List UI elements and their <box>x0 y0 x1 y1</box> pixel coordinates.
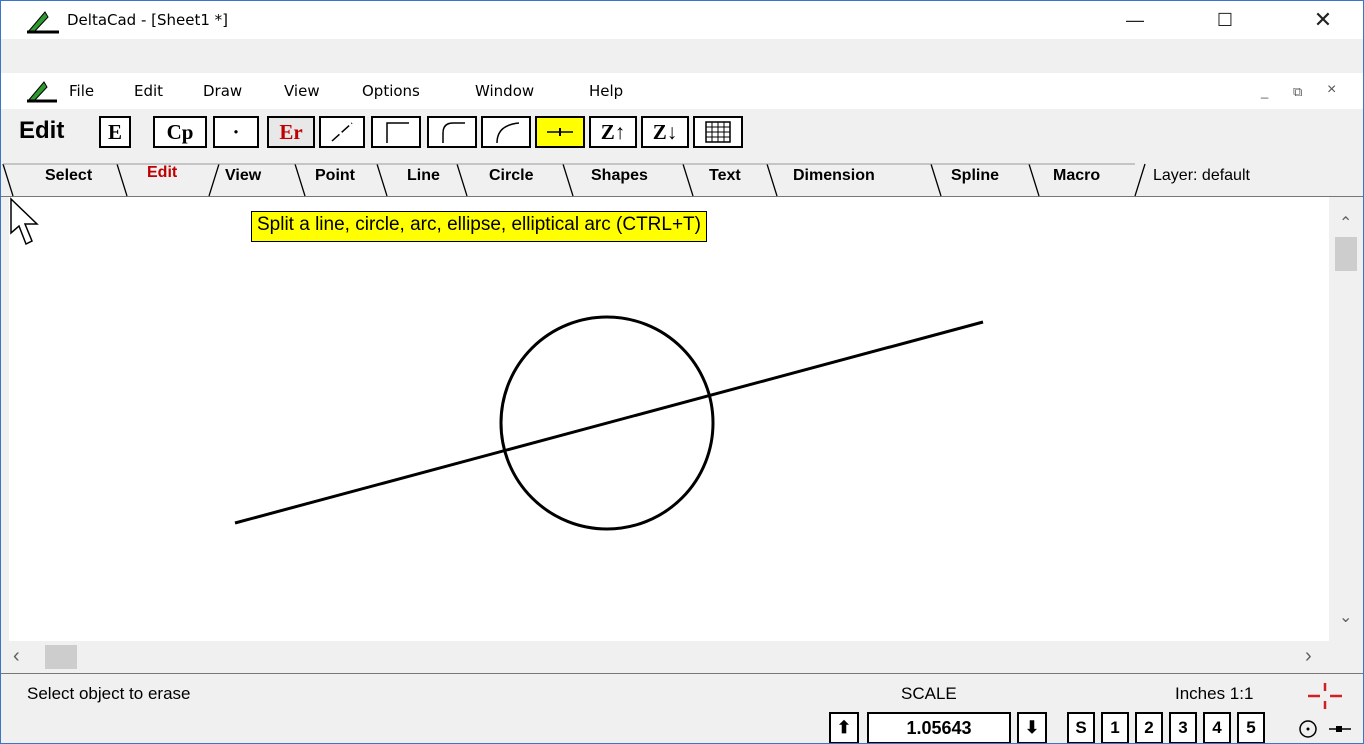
erase-button[interactable]: Er <box>267 116 315 148</box>
view-button-3[interactable]: 3 <box>1169 712 1197 743</box>
edit-icon: E <box>107 119 122 144</box>
document-minimize-button[interactable]: _ <box>1261 84 1268 99</box>
trim-line-button[interactable] <box>319 116 365 148</box>
point-icon: · <box>232 119 240 144</box>
tab-dimension[interactable]: Dimension <box>793 167 875 185</box>
scroll-down-arrow-icon[interactable]: ⌄ <box>1339 607 1352 627</box>
view-button-1[interactable]: 1 <box>1101 712 1129 743</box>
drawing-area <box>234 315 984 531</box>
tab-select[interactable]: Select <box>45 167 92 185</box>
split-icon <box>547 128 573 136</box>
vertical-scroll-thumb[interactable] <box>1335 237 1357 271</box>
vertical-scrollbar[interactable]: ⌃ ⌄ <box>1329 197 1363 641</box>
array-icon <box>705 121 731 143</box>
title-bar: DeltaCad - [Sheet1 *] — ☐ ✕ <box>1 1 1363 39</box>
menu-edit[interactable]: Edit <box>134 82 163 100</box>
menu-draw[interactable]: Draw <box>203 82 242 100</box>
tab-point[interactable]: Point <box>315 167 355 185</box>
deltacad-window: DeltaCad - [Sheet1 *] — ☐ ✕ File Edit Dr… <box>0 0 1364 744</box>
corner-icon <box>386 122 409 143</box>
status-message: Select object to erase <box>27 684 191 703</box>
scale-value-field[interactable]: 1.05643 <box>867 712 1011 743</box>
chamfer-arc-button[interactable] <box>481 116 531 148</box>
drawing-canvas[interactable]: Split a line, circle, arc, ellipse, elli… <box>9 197 1329 641</box>
snap-circle-icon[interactable] <box>1297 718 1319 740</box>
view-button-s[interactable]: S <box>1067 712 1095 743</box>
scale-up-arrow-icon: ⬆ <box>836 718 852 737</box>
units-label: Inches 1:1 <box>1175 684 1254 703</box>
scale-down-button[interactable]: ⬇ <box>1017 712 1047 743</box>
maximize-button[interactable]: ☐ <box>1197 1 1253 39</box>
tab-text[interactable]: Text <box>709 167 741 185</box>
close-button[interactable]: ✕ <box>1295 1 1351 39</box>
layer-label[interactable]: Layer: default <box>1153 167 1250 185</box>
scale-label: SCALE <box>901 684 957 703</box>
tab-circle[interactable]: Circle <box>489 167 533 185</box>
tab-edit[interactable]: Edit <box>147 164 177 182</box>
chamfer-arc-icon <box>496 122 520 144</box>
view-button-5[interactable]: 5 <box>1237 712 1265 743</box>
split-button[interactable] <box>535 116 585 148</box>
menu-help[interactable]: Help <box>589 82 623 100</box>
tool-tabs: Select Edit View Point Line Circle Shape… <box>1 153 1363 197</box>
menu-file[interactable]: File <box>69 82 94 100</box>
tab-line[interactable]: Line <box>407 167 440 185</box>
document-restore-button[interactable]: ⧉ <box>1293 84 1302 100</box>
scale-up-button[interactable]: ⬆ <box>829 712 859 743</box>
menu-view[interactable]: View <box>284 82 320 100</box>
window-title: DeltaCad - [Sheet1 *] <box>67 11 229 29</box>
drawn-line[interactable] <box>234 320 984 525</box>
scroll-up-arrow-icon[interactable]: ⌃ <box>1339 213 1352 233</box>
view-button-2[interactable]: 2 <box>1135 712 1163 743</box>
tab-view[interactable]: View <box>225 167 261 185</box>
scale-down-arrow-icon: ⬇ <box>1024 718 1040 737</box>
minimize-button[interactable]: — <box>1107 1 1163 39</box>
send-to-back-icon: Z↓ <box>652 119 678 144</box>
fillet-button[interactable] <box>427 116 477 148</box>
status-bar: Select object to erase SCALE Inches 1:1 … <box>1 673 1363 743</box>
copy-button[interactable]: Cp <box>153 116 207 148</box>
edit-object-button[interactable]: E <box>99 116 131 148</box>
trim-line-icon <box>331 122 353 142</box>
toolbar-title: Edit <box>19 117 65 144</box>
corner-button[interactable] <box>371 116 421 148</box>
view-button-4[interactable]: 4 <box>1203 712 1231 743</box>
menu-window[interactable]: Window <box>475 82 534 100</box>
fillet-icon <box>442 122 465 143</box>
menu-options[interactable]: Options <box>362 82 420 100</box>
tab-macro[interactable]: Macro <box>1053 167 1100 185</box>
copy-icon: Cp <box>166 119 194 144</box>
crosshair-icon[interactable] <box>1305 682 1345 710</box>
deltacad-logo-icon <box>26 11 59 34</box>
tab-shapes[interactable]: Shapes <box>591 167 648 185</box>
array-button[interactable] <box>693 116 743 148</box>
horizontal-scroll-thumb[interactable] <box>45 645 77 669</box>
mouse-cursor-icon <box>10 197 39 246</box>
bring-to-front-icon: Z↑ <box>600 119 626 144</box>
bring-to-front-button[interactable]: Z↑ <box>589 116 637 148</box>
split-tooltip: Split a line, circle, arc, ellipse, elli… <box>251 211 707 242</box>
tab-spline[interactable]: Spline <box>951 167 999 185</box>
point-button[interactable]: · <box>213 116 259 148</box>
send-to-back-button[interactable]: Z↓ <box>641 116 689 148</box>
horizontal-scrollbar[interactable]: ‹ › <box>1 641 1363 673</box>
scroll-right-arrow-icon[interactable]: › <box>1305 645 1312 668</box>
document-close-button[interactable]: × <box>1327 81 1336 99</box>
menu-bar: File Edit Draw View Options Window Help … <box>1 73 1363 109</box>
scroll-left-arrow-icon[interactable]: ‹ <box>13 645 20 668</box>
document-logo-icon <box>26 81 57 103</box>
erase-icon: Er <box>279 119 303 144</box>
edit-toolbar: Edit E Cp · Er Z↑ Z↓ <box>1 109 1363 153</box>
snap-line-icon[interactable] <box>1327 718 1353 740</box>
